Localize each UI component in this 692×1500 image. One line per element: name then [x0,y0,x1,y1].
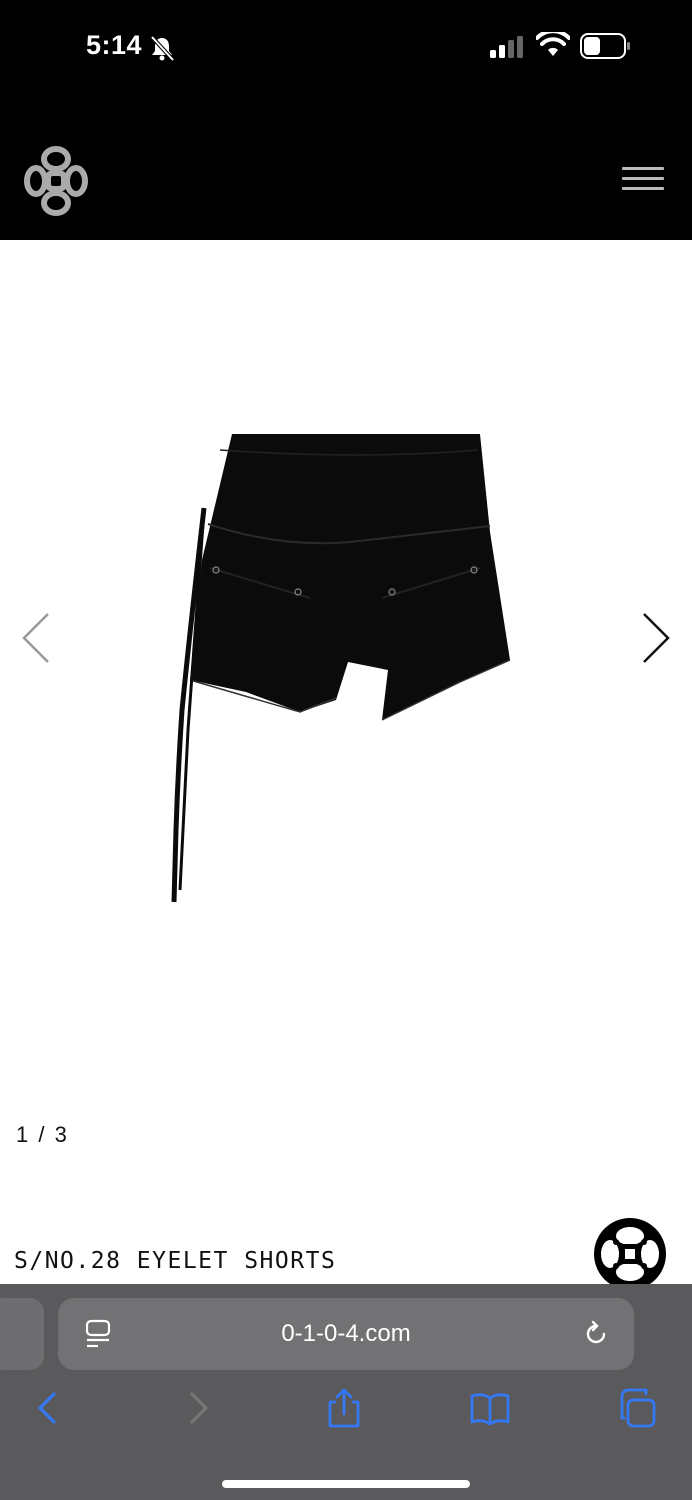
forward-icon[interactable] [178,1386,218,1430]
home-indicator[interactable] [222,1480,470,1488]
tabs-icon[interactable] [618,1386,658,1430]
bell-slash-icon [150,35,175,62]
share-icon[interactable] [324,1386,364,1430]
address-bar[interactable]: 0-1-0-4.com [58,1298,634,1370]
product-title: S/NO.28 EYELET SHORTS [14,1248,337,1274]
brand-emblem-icon [601,1227,659,1281]
chat-widget-button[interactable] [594,1218,666,1290]
cellular-signal-icon [490,36,523,58]
status-time: 5:14 [86,30,143,60]
chevron-right-icon[interactable] [634,610,678,666]
previous-tab-preview[interactable] [0,1298,44,1370]
hamburger-menu-icon[interactable] [622,165,666,193]
reload-icon[interactable] [582,1320,610,1348]
quatrefoil-logo-icon[interactable] [24,145,88,217]
wifi-icon [536,32,570,56]
chevron-left-icon[interactable] [14,610,58,666]
product-image [171,434,511,903]
battery-icon [580,33,630,59]
url-text: 0-1-0-4.com [281,1320,411,1347]
bookmarks-icon[interactable] [470,1386,510,1430]
site-header: 5:14 [0,0,692,240]
browser-toolbar: 0-1-0-4.com [0,1284,692,1500]
product-image-carousel[interactable] [0,240,692,1090]
back-icon[interactable] [28,1386,68,1430]
carousel-page-indicator: 1 / 3 [16,1122,69,1147]
